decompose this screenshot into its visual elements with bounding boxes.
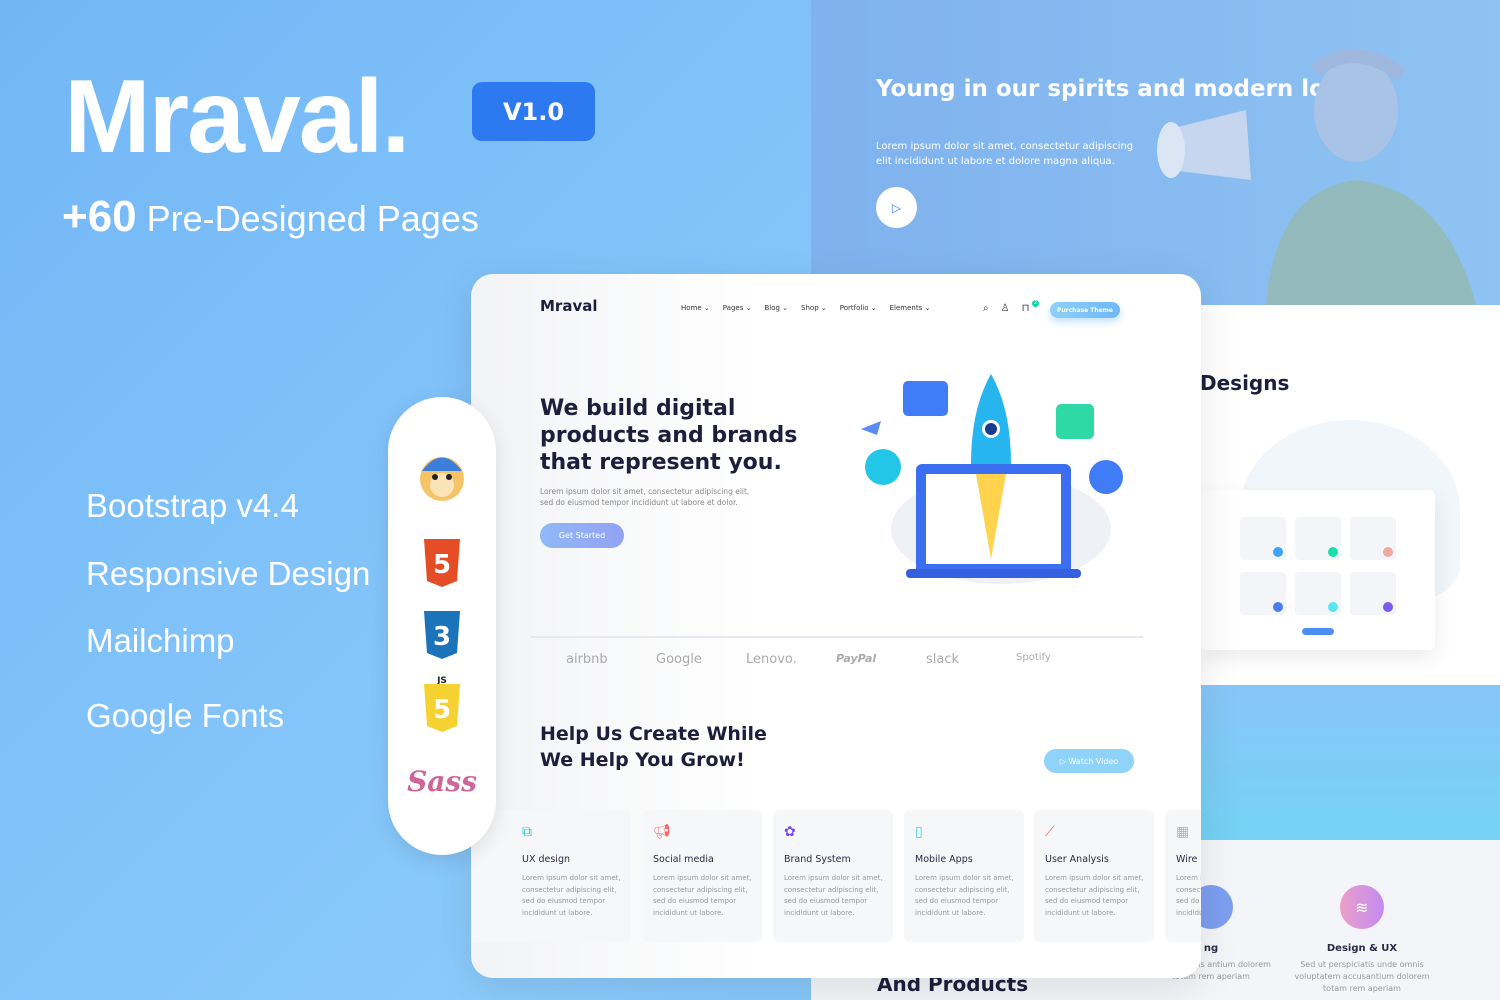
- hero-title: We build digital products and brands tha…: [540, 396, 798, 475]
- blue-band: [1200, 685, 1500, 840]
- service-text: Sed ut perspiciatis unde omnis voluptate…: [1294, 960, 1430, 993]
- service-card[interactable]: ⧉ UX design Lorem ipsum dolor sit amet, co…: [511, 810, 631, 942]
- designs-panel: [1200, 490, 1435, 650]
- service-text: Lorem ipsum dolor sit amet, consectetur …: [653, 874, 752, 917]
- divider: [531, 636, 1143, 638]
- feature-responsive: Responsive Design: [86, 555, 371, 592]
- pages-count: +60 Pre-Designed Pages: [62, 192, 479, 242]
- service-card[interactable]: 📢︎ Social media Lorem ipsum dolor sit amet…: [642, 810, 762, 942]
- play-icon: ▷: [891, 200, 902, 215]
- nav-elements[interactable]: Elements: [890, 304, 931, 312]
- service-title: User Analysis: [1045, 854, 1109, 865]
- layers-icon: ⧉: [522, 824, 532, 840]
- nav-pages[interactable]: Pages: [723, 304, 752, 312]
- get-started-button[interactable]: Get Started: [540, 523, 624, 548]
- watch-video-label: Watch Video: [1068, 756, 1119, 766]
- nav-portfolio[interactable]: Portfolio: [840, 304, 877, 312]
- svg-text:5: 5: [433, 550, 451, 580]
- site-logo[interactable]: Mraval: [540, 297, 598, 315]
- user-icon[interactable]: ♙: [1001, 303, 1010, 314]
- header-icons: ⌕ ♙ ⊓: [983, 303, 1029, 314]
- pages-label: Pre-Designed Pages: [146, 198, 479, 239]
- flower-icon: ✿: [784, 824, 796, 840]
- html5-icon: 5: [416, 535, 468, 591]
- feature-mailchimp: Mailchimp: [86, 622, 235, 659]
- brand-logos: airbnb Google Lenovo. PayPal slack Spoti…: [566, 652, 1106, 667]
- hero-right-text: Lorem ipsum dolor sit amet, consectetur …: [876, 141, 1134, 167]
- svg-text:3: 3: [433, 622, 451, 652]
- tech-stack-pill: 5 3 JS 5 Sass: [388, 397, 496, 855]
- service-card[interactable]: ▦ Wire Lorem ipsum dolor sit amet, consect…: [1165, 810, 1201, 942]
- service-title: Social media: [653, 854, 714, 865]
- mobile-icon: ▯: [915, 824, 923, 840]
- service-title: Mobile Apps: [915, 854, 973, 865]
- service-text: Lorem ipsum dolor sit amet, consectetur …: [784, 874, 883, 917]
- watch-video-button[interactable]: ▷ Watch Video: [1044, 749, 1134, 773]
- version-badge: V1.0: [472, 82, 595, 141]
- main-nav: Home Pages Blog Shop Portfolio Elements: [681, 304, 930, 312]
- cart-count-text: 2: [1033, 300, 1038, 306]
- service-design-ux: ≋ Design & UX Sed ut perspiciatis unde o…: [1292, 885, 1432, 995]
- layers-icon: ≋: [1340, 885, 1384, 929]
- nav-blog[interactable]: Blog: [764, 304, 788, 312]
- hero-right-panel: Young in our spirits and modern look. Lo…: [811, 0, 1500, 305]
- feature-bootstrap: Bootstrap v4.4: [86, 487, 299, 524]
- service-title: Wire: [1176, 854, 1198, 865]
- cart-icon[interactable]: ⊓: [1022, 303, 1030, 314]
- cart-count: 2: [1032, 300, 1039, 307]
- javascript-icon: JS 5: [416, 675, 468, 732]
- rocket-laptop-illustration: [861, 374, 1123, 584]
- chart-icon: ⟋: [1045, 824, 1055, 840]
- paypal-logo: PayPal: [836, 652, 877, 665]
- megaphone-icon: 📢︎: [653, 824, 671, 840]
- service-text: Lorem ipsum dolor sit amet, consectetur …: [1045, 874, 1144, 917]
- service-title: Brand System: [784, 854, 851, 865]
- service-text: Lorem ipsum dolor sit amet, consectetur …: [915, 874, 1014, 917]
- css3-icon: 3: [416, 607, 468, 663]
- pages-number: +60: [62, 192, 137, 241]
- airbnb-logo: airbnb: [566, 652, 608, 667]
- grid-icon: ▦: [1176, 824, 1190, 840]
- play-button[interactable]: ▷: [876, 187, 917, 228]
- website-preview: Mraval Home Pages Blog Shop Portfolio El…: [471, 274, 1201, 978]
- service-text: Lorem ipsum dolor sit amet, consectetur …: [522, 874, 621, 917]
- google-logo: Google: [656, 652, 702, 667]
- hero-text: Lorem ipsum dolor sit amet, consectetur …: [540, 487, 750, 507]
- service-card[interactable]: ▯ Mobile Apps Lorem ipsum dolor sit amet, …: [904, 810, 1024, 942]
- help-title: Help Us Create While We Help You Grow!: [540, 723, 767, 771]
- woman-megaphone-image: [1157, 49, 1476, 305]
- slack-logo: slack: [926, 652, 960, 667]
- sass-icon: Sass: [407, 764, 477, 798]
- designs-button[interactable]: [1302, 628, 1334, 635]
- feature-google-fonts: Google Fonts: [86, 697, 285, 734]
- service-card[interactable]: ✿ Brand System Lorem ipsum dolor sit amet,…: [773, 810, 893, 942]
- designs-page-preview: Designs: [1200, 305, 1500, 685]
- lenovo-logo: Lenovo.: [746, 652, 797, 667]
- purchase-button[interactable]: Purchase Theme: [1050, 302, 1120, 318]
- mailchimp-icon: [416, 449, 468, 505]
- nav-home[interactable]: Home: [681, 304, 710, 312]
- service-title: Design & UX: [1326, 943, 1398, 954]
- service-card[interactable]: ⟋ User Analysis Lorem ipsum dolor sit amet…: [1034, 810, 1154, 942]
- product-title: Mraval.: [64, 59, 410, 175]
- search-icon[interactable]: ⌕: [983, 303, 989, 314]
- service-text: Lorem ipsum dolor sit amet, consectetur …: [1176, 874, 1201, 917]
- designs-title: Designs: [1200, 371, 1290, 395]
- service-title: UX design: [522, 854, 570, 865]
- spotify-logo: Spotify: [1016, 652, 1051, 663]
- nav-shop[interactable]: Shop: [801, 304, 827, 312]
- svg-text:5: 5: [433, 695, 451, 725]
